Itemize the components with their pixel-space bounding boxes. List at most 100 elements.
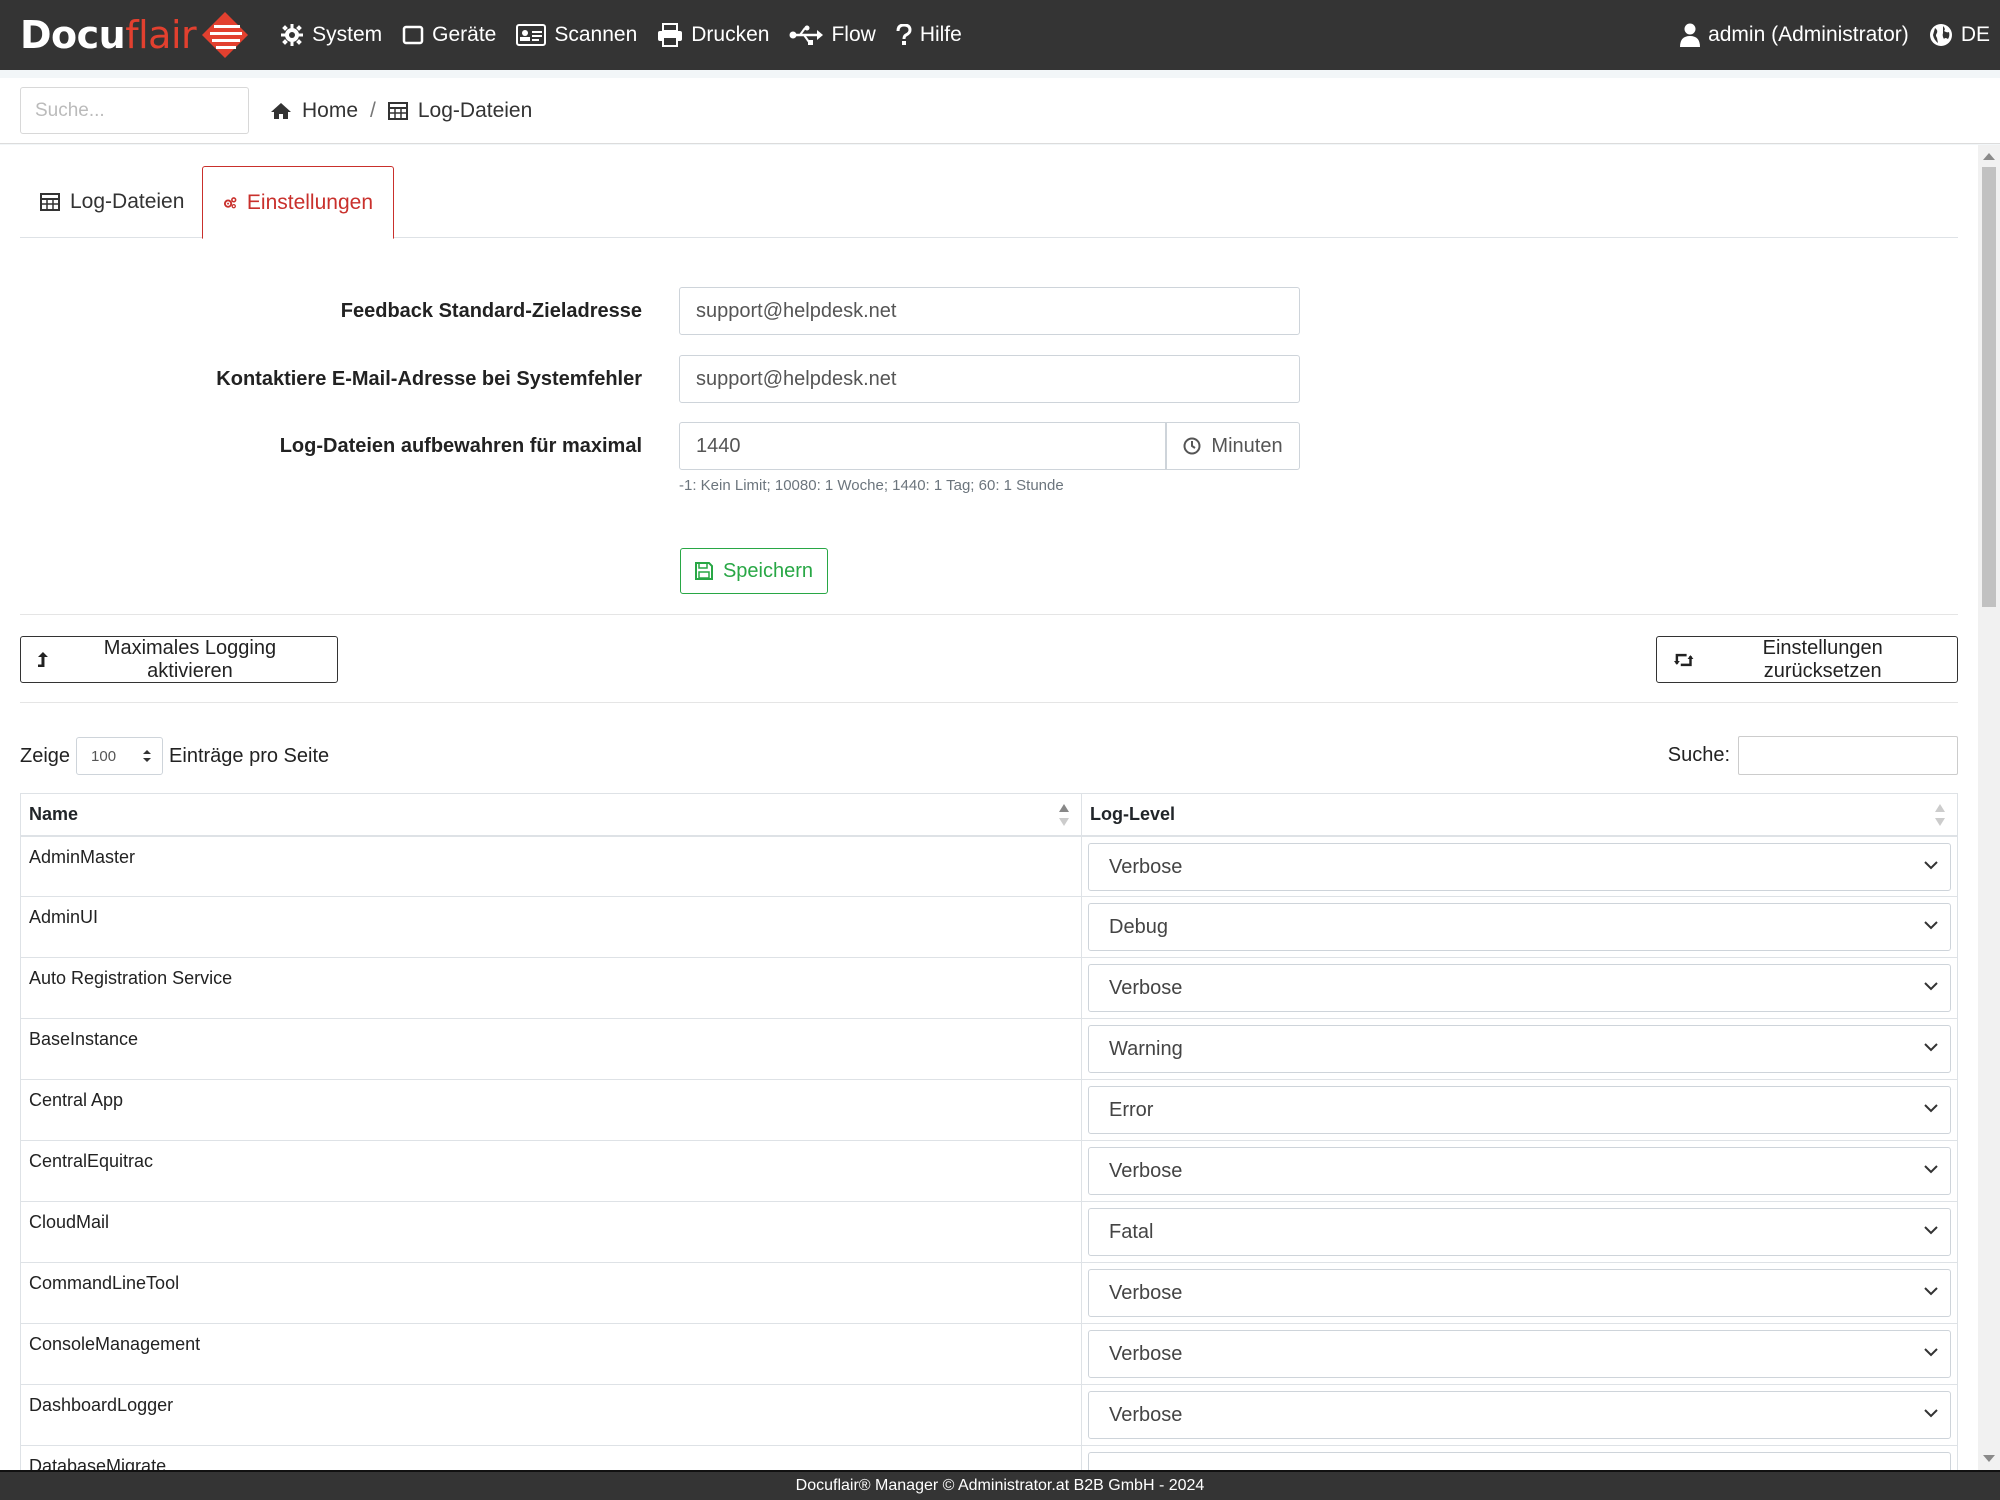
log-level-cell: Verbose xyxy=(1081,1323,1958,1385)
footer-text: Docuflair® Manager © Administrator.at B2… xyxy=(795,1477,1205,1494)
retention-row: Log-Dateien aufbewahren für maximal Minu… xyxy=(0,422,1978,470)
level-up-icon xyxy=(37,651,48,667)
tab-log-files[interactable]: Log-Dateien xyxy=(20,166,204,238)
scroll-down-icon[interactable] xyxy=(1983,1455,1995,1462)
log-level-select[interactable]: Verbose xyxy=(1088,842,1951,891)
tab-settings-label: Einstellungen xyxy=(246,190,373,214)
retention-minutes-input[interactable] xyxy=(679,422,1166,470)
contact-email-row: Kontaktiere E-Mail-Adresse bei Systemfeh… xyxy=(0,355,1978,403)
log-level-select[interactable]: Debug xyxy=(1088,903,1951,951)
device-icon xyxy=(402,25,424,45)
max-logging-button[interactable]: Maximales Logging aktivieren xyxy=(20,636,338,683)
scroll-up-icon[interactable] xyxy=(1983,153,1995,160)
chevron-down-icon xyxy=(1924,1409,1938,1418)
log-level-cell: Verbose xyxy=(1081,1262,1958,1324)
nav-help[interactable]: Hilfe xyxy=(896,23,962,47)
table-search-control: Suche: xyxy=(1668,736,1958,775)
user-menu[interactable]: admin (Administrator) xyxy=(1680,23,1909,47)
brand-name: Docuflair xyxy=(20,13,197,57)
nav-system-label: System xyxy=(312,23,383,46)
divider xyxy=(20,614,1958,615)
log-level-select[interactable]: Fatal xyxy=(1088,1208,1951,1256)
top-navbar: Docuflair System Geräte Scannen Drucken xyxy=(0,0,2000,70)
column-header-log-level[interactable]: Log-Level xyxy=(1081,793,1958,837)
log-level-value: Fatal xyxy=(1109,1221,1154,1243)
log-level-select[interactable]: Verbose xyxy=(1088,1330,1951,1378)
log-level-select[interactable]: Error xyxy=(1088,1086,1951,1134)
table-icon xyxy=(387,101,408,120)
table-icon xyxy=(40,193,60,211)
tab-bar: Log-Dateien Einstellungen xyxy=(20,166,1958,239)
tab-settings[interactable]: Einstellungen xyxy=(202,166,394,239)
nav-print[interactable]: Drucken xyxy=(657,23,769,47)
breadcrumb-home[interactable]: Home xyxy=(302,99,358,123)
column-header-name[interactable]: Name xyxy=(20,793,1082,837)
nav-devices-label: Geräte xyxy=(432,23,497,46)
sort-both-icon xyxy=(1935,804,1945,826)
log-level-cell xyxy=(1081,1445,1958,1470)
log-level-value: Error xyxy=(1109,1099,1154,1121)
global-search-input[interactable] xyxy=(20,87,249,134)
vertical-scrollbar[interactable] xyxy=(1978,145,2000,1470)
save-button[interactable]: Speichern xyxy=(680,548,828,594)
module-name: CentralEquitrac xyxy=(20,1140,1082,1202)
nav-devices[interactable]: Geräte xyxy=(402,23,496,47)
log-level-value: Verbose xyxy=(1109,1282,1183,1304)
log-level-select[interactable] xyxy=(1088,1452,1951,1470)
module-name: BaseInstance xyxy=(20,1018,1082,1080)
module-name: ConsoleManagement xyxy=(20,1323,1082,1385)
table-search-label: Suche: xyxy=(1667,744,1730,766)
log-level-select[interactable]: Verbose xyxy=(1088,1269,1951,1317)
retention-unit-addon: Minuten xyxy=(1166,422,1300,470)
table-row: DashboardLogger Verbose xyxy=(20,1384,1958,1446)
scrollbar-thumb[interactable] xyxy=(1982,167,1996,607)
log-level-table: Name Log-Level AdminMaster Verbose AdminUI… xyxy=(20,793,1958,1470)
table-row: Auto Registration Service Verbose xyxy=(20,957,1958,1019)
language-menu[interactable]: DE xyxy=(1929,23,1990,47)
table-row: BaseInstance Warning xyxy=(20,1018,1958,1080)
clock-icon xyxy=(1183,437,1201,455)
chevron-down-icon xyxy=(1924,1226,1938,1235)
nav-flow[interactable]: Flow xyxy=(789,23,876,47)
module-name: CommandLineTool xyxy=(20,1262,1082,1324)
table-row: CommandLineTool Verbose xyxy=(20,1262,1958,1324)
page-length-select[interactable]: 100 xyxy=(76,737,164,775)
id-card-icon xyxy=(516,24,547,46)
usb-flow-icon xyxy=(789,25,824,45)
table-search-input[interactable] xyxy=(1738,736,1958,775)
nav-system[interactable]: System xyxy=(280,23,382,47)
brand-logo[interactable]: Docuflair xyxy=(20,0,250,70)
log-level-cell: Verbose xyxy=(1081,1384,1958,1446)
nav-scan-label: Scannen xyxy=(554,23,638,46)
contact-email-input[interactable] xyxy=(679,355,1300,403)
chevron-down-icon xyxy=(1924,1165,1938,1174)
log-level-value: Verbose xyxy=(1109,977,1183,999)
retention-label: Log-Dateien aufbewahren für maximal xyxy=(279,435,642,457)
nav-print-label: Drucken xyxy=(691,23,770,46)
feedback-address-input[interactable] xyxy=(679,287,1300,335)
tab-log-files-label: Log-Dateien xyxy=(70,190,185,213)
nav-help-label: Hilfe xyxy=(919,23,962,46)
log-level-value: Verbose xyxy=(1109,1160,1183,1182)
log-level-value: Warning xyxy=(1109,1038,1183,1060)
chevron-down-icon xyxy=(1924,860,1938,869)
log-level-select[interactable]: Verbose xyxy=(1088,1147,1951,1195)
chevron-down-icon xyxy=(1924,1104,1938,1113)
module-name: Central App xyxy=(20,1079,1082,1141)
log-level-cell: Error xyxy=(1081,1079,1958,1141)
chevron-down-icon xyxy=(1924,1287,1938,1296)
retention-unit-label: Minuten xyxy=(1211,434,1283,457)
log-level-select[interactable]: Warning xyxy=(1088,1025,1951,1073)
retweet-icon xyxy=(1673,653,1694,666)
log-level-select[interactable]: Verbose xyxy=(1088,964,1951,1012)
contact-email-label: Kontaktiere E-Mail-Adresse bei Systemfeh… xyxy=(216,368,642,390)
select-arrows-icon xyxy=(143,750,152,762)
module-name: Auto Registration Service xyxy=(20,957,1082,1019)
max-logging-label: Maximales Logging aktivieren xyxy=(103,636,277,682)
reset-settings-button[interactable]: Einstellungen zurücksetzen xyxy=(1656,636,1958,683)
user-icon xyxy=(1680,23,1701,47)
chevron-down-icon xyxy=(1924,921,1938,930)
nav-scan[interactable]: Scannen xyxy=(516,23,637,47)
log-level-select[interactable]: Verbose xyxy=(1088,1391,1951,1439)
nav-flow-label: Flow xyxy=(831,23,876,46)
